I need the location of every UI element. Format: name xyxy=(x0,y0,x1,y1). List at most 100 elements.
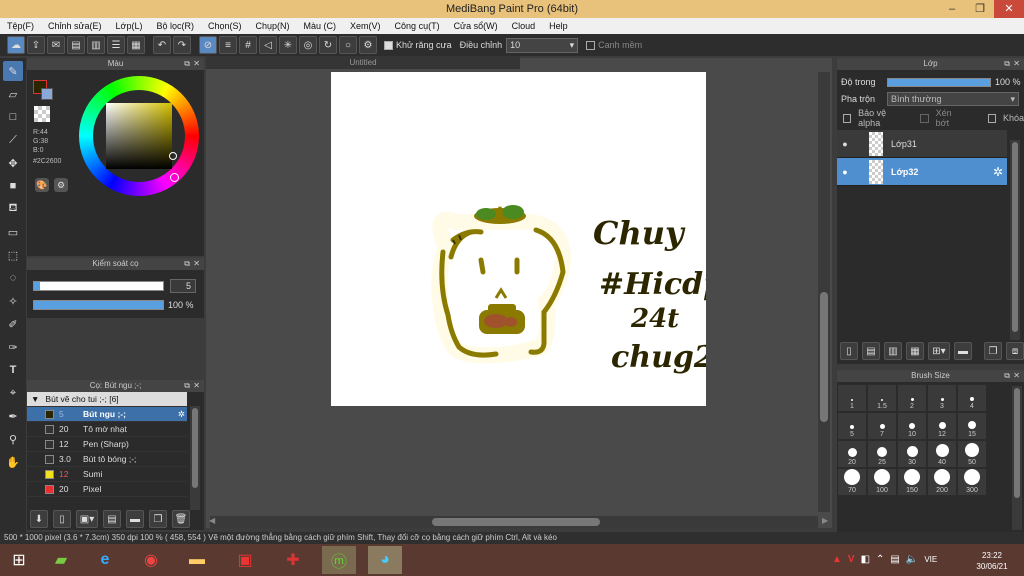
select-eraser-tool-icon[interactable]: ✑ xyxy=(3,337,23,357)
brush-size-cell[interactable]: 2 xyxy=(898,385,926,411)
snap-settings-icon[interactable]: ⚙ xyxy=(359,36,377,54)
brush-tool-icon[interactable]: ✎ xyxy=(3,61,23,81)
new-brush-icon[interactable]: ▯ xyxy=(53,510,71,528)
brush-size-scrollbar[interactable] xyxy=(1012,386,1022,530)
lock-checkbox[interactable] xyxy=(987,113,996,123)
merge-layer-icon[interactable]: ⧈ xyxy=(1006,342,1024,360)
list-icon[interactable]: ☰ xyxy=(107,36,125,54)
soft-edge-checkbox[interactable] xyxy=(586,40,596,50)
media-app-icon[interactable]: ▣ xyxy=(228,546,262,574)
new-halftone-layer-icon[interactable]: ▤ xyxy=(862,342,880,360)
magic-wand-tool-icon[interactable]: ✧ xyxy=(3,291,23,311)
radial-snap-icon[interactable]: ✳ xyxy=(279,36,297,54)
hue-wheel[interactable] xyxy=(79,76,199,196)
undock-icon[interactable]: ⧉ xyxy=(184,258,190,270)
brush-size-cell[interactable]: 40 xyxy=(928,441,956,467)
transparent-swatch[interactable] xyxy=(34,106,50,122)
hand-tool-icon[interactable]: ✋ xyxy=(3,452,23,472)
antialias-checkbox[interactable] xyxy=(384,40,393,50)
brush-item[interactable]: 20 Tô mờ nhạt xyxy=(27,422,187,437)
horizontal-scrollbar[interactable] xyxy=(210,516,818,528)
eye-icon[interactable]: ● xyxy=(837,139,853,149)
duplicate-brush-icon[interactable]: ▤ xyxy=(103,510,121,528)
close-icon[interactable]: ✕ xyxy=(193,58,200,70)
brush-item[interactable]: 3.0 Bút tô bóng ;-; xyxy=(27,452,187,467)
blend-mode-select[interactable]: Bình thường ▾ xyxy=(887,92,1019,106)
eyedropper-tool-icon[interactable]: ✒ xyxy=(3,406,23,426)
saturation-square[interactable] xyxy=(106,103,172,169)
folder-icon[interactable]: ▬ xyxy=(954,342,972,360)
ellipse-snap-icon[interactable]: ○ xyxy=(339,36,357,54)
menu-window[interactable]: Cửa sổ(W) xyxy=(447,21,505,31)
brush-item[interactable]: 12 Sumi xyxy=(27,467,187,482)
new-1bit-layer-icon[interactable]: ▦ xyxy=(906,342,924,360)
brush-size-cell[interactable]: 5 xyxy=(838,413,866,439)
eraser-tool-icon[interactable]: ▱ xyxy=(3,84,23,104)
chrome-icon[interactable]: ◉ xyxy=(134,546,168,574)
brush-menu-icon[interactable]: ▣▾ xyxy=(76,510,98,528)
lasso-tool-icon[interactable]: ◌ xyxy=(3,268,23,288)
brush-size-cell[interactable]: 150 xyxy=(898,469,926,495)
brush-size-cell[interactable]: 100 xyxy=(868,469,896,495)
brush-size-cell[interactable]: 1.5 xyxy=(868,385,896,411)
gradient-tool-icon[interactable]: ▭ xyxy=(3,222,23,242)
document-tab[interactable]: Untitled xyxy=(206,56,520,69)
brush-size-cell[interactable]: 1 xyxy=(838,385,866,411)
background-swatch[interactable] xyxy=(41,88,53,100)
eye-icon[interactable]: ● xyxy=(837,167,853,177)
medibang-paint-icon[interactable]: ◕ xyxy=(368,546,402,574)
brush-size-cell[interactable]: 20 xyxy=(838,441,866,467)
clock[interactable]: 23:22 30/06/21 xyxy=(970,550,1014,572)
brush-item[interactable]: 12 Pen (Sharp) xyxy=(27,437,187,452)
cross-snap-icon[interactable]: # xyxy=(239,36,257,54)
vertical-scrollbar[interactable] xyxy=(818,72,830,512)
select-rect-tool-icon[interactable]: ⬚ xyxy=(3,245,23,265)
comment-icon[interactable]: ▤ xyxy=(67,36,85,54)
internet-explorer-icon[interactable]: e xyxy=(88,546,122,574)
trash-icon[interactable]: 🗑 xyxy=(172,510,190,528)
chat-icon[interactable]: ✉ xyxy=(47,36,65,54)
menu-view[interactable]: Xem(V) xyxy=(343,21,388,31)
vanishing-snap-icon[interactable]: ◁ xyxy=(259,36,277,54)
menu-edit[interactable]: Chỉnh sửa(E) xyxy=(41,21,109,31)
antivirus-icon[interactable]: ◧ xyxy=(861,554,870,565)
language-indicator[interactable]: VIE xyxy=(924,555,937,564)
brush-size-cell[interactable]: 300 xyxy=(958,469,986,495)
pipette-tool-icon[interactable]: ⚲ xyxy=(3,429,23,449)
divide-tool-icon[interactable]: ⌖ xyxy=(3,383,23,403)
brush-size-cell[interactable]: 30 xyxy=(898,441,926,467)
brush-size-cell[interactable]: 50 xyxy=(958,441,986,467)
gear-icon[interactable]: ✲ xyxy=(993,165,1003,179)
close-button[interactable]: ✕ xyxy=(994,0,1024,18)
close-icon[interactable]: ✕ xyxy=(193,380,200,392)
brush-size-cell[interactable]: 200 xyxy=(928,469,956,495)
brush-size-cell[interactable]: 25 xyxy=(868,441,896,467)
grid-icon[interactable]: ▦ xyxy=(127,36,145,54)
undo-icon[interactable]: ↶ xyxy=(153,36,171,54)
tray-chevron-icon[interactable]: ⌃ xyxy=(876,554,884,565)
brush-size-value[interactable]: 5 xyxy=(170,279,196,293)
network-icon[interactable]: ▤ xyxy=(890,554,899,565)
menu-select[interactable]: Chọn(S) xyxy=(201,21,249,31)
medibang-app-icon[interactable]: ⓜ xyxy=(322,546,356,574)
brush-size-cell[interactable]: 70 xyxy=(838,469,866,495)
close-icon[interactable]: ✕ xyxy=(1013,58,1020,70)
brush-size-cell[interactable]: 7 xyxy=(868,413,896,439)
duplicate-layer-icon[interactable]: ❐ xyxy=(984,342,1002,360)
parallel-snap-icon[interactable]: ≡ xyxy=(219,36,237,54)
flag-icon[interactable]: ▲ xyxy=(832,554,842,565)
brush-size-slider[interactable] xyxy=(33,281,164,291)
undock-icon[interactable]: ⧉ xyxy=(184,58,190,70)
document-icon[interactable]: ▥ xyxy=(87,36,105,54)
snap-off-icon[interactable]: ⊘ xyxy=(199,36,217,54)
brush-size-cell[interactable]: 12 xyxy=(928,413,956,439)
folder-icon[interactable]: ▬ xyxy=(180,546,214,574)
brush-item[interactable]: 5 Bút ngu ;-; ✲ xyxy=(27,407,187,422)
layer-item[interactable]: ● Lớp32 ✲ xyxy=(837,158,1007,186)
share-icon[interactable]: ⇪ xyxy=(27,36,45,54)
brush-list-scrollbar[interactable] xyxy=(190,406,200,510)
line-tool-icon[interactable]: ⟋ xyxy=(3,130,23,150)
brush-size-cell[interactable]: 10 xyxy=(898,413,926,439)
correction-select[interactable]: 10 ▾ xyxy=(506,37,579,53)
drawing-canvas[interactable]: Chuy #Hicdp 24t chug24 xyxy=(331,72,736,406)
